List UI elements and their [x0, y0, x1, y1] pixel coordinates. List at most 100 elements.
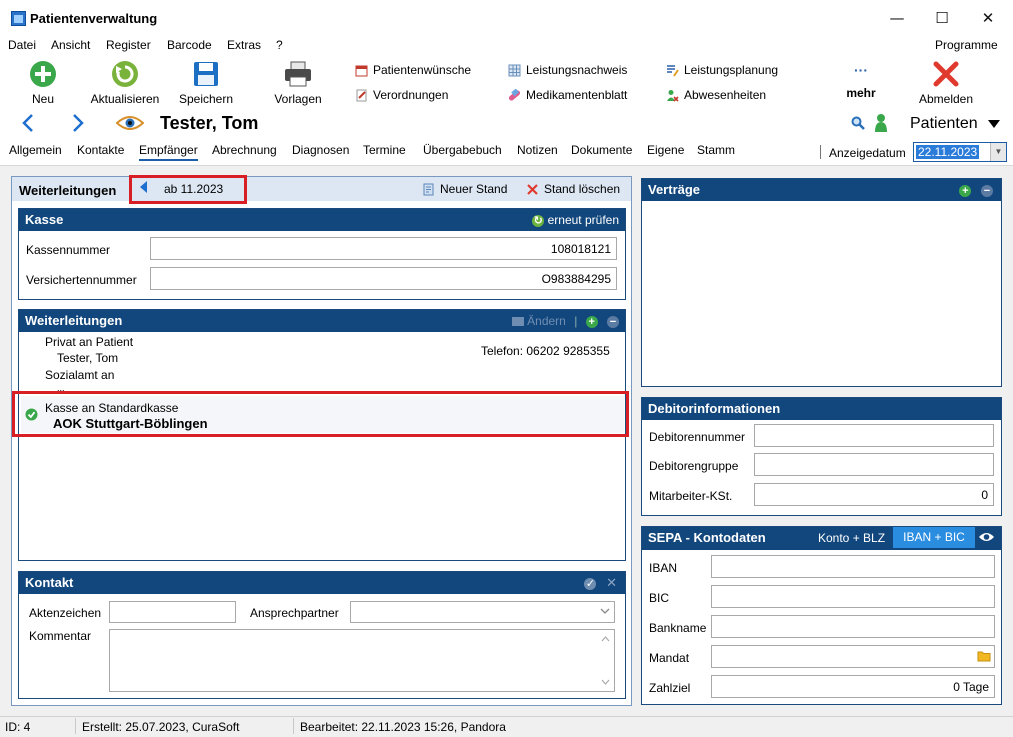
add-icon[interactable]: +	[959, 184, 972, 197]
plus-circle-icon	[30, 61, 56, 87]
tab-notizen[interactable]: Notizen	[517, 143, 558, 157]
tab-dokumente[interactable]: Dokumente	[571, 143, 632, 157]
chevron-up-icon[interactable]	[601, 636, 610, 642]
vertraege-header: Verträge + −	[642, 179, 1001, 201]
neu-label: Neu	[31, 92, 54, 106]
close-icon[interactable]: ✕	[606, 575, 617, 590]
bic-label: BIC	[649, 591, 670, 605]
aktualisieren-button[interactable]: Aktualisieren	[86, 60, 164, 106]
kommentar-textarea[interactable]	[109, 629, 615, 692]
list-item-phone: Telefon: 06202 9285355	[481, 344, 610, 358]
more-dots-icon: ···	[854, 62, 868, 78]
leistungsnachweis-button[interactable]: Leistungsnachweis	[508, 63, 627, 77]
tab-diagnosen[interactable]: Diagnosen	[292, 143, 349, 157]
ansprechpartner-label: Ansprechpartner	[250, 606, 339, 620]
leistungsplanung-button[interactable]: Leistungsplanung	[666, 63, 778, 77]
tab-uebergabebuch[interactable]: Übergabebuch	[423, 143, 502, 157]
patient-name: Tester, Tom	[160, 113, 259, 133]
kassennummer-field[interactable]: 108018121	[150, 237, 617, 260]
remove-icon[interactable]: −	[607, 315, 619, 328]
debitorengruppe-field[interactable]	[754, 453, 994, 476]
minimize-button[interactable]: —	[882, 8, 912, 28]
stand-loeschen-button[interactable]: Stand löschen	[526, 182, 620, 196]
search-icon[interactable]	[851, 116, 865, 130]
tab-stamm[interactable]: Stamm	[697, 143, 735, 157]
menu-help[interactable]: ?	[276, 38, 283, 52]
tab-eigene[interactable]: Eigene	[647, 143, 684, 157]
verordnungen-label: Verordnungen	[373, 88, 449, 102]
anzeigedatum-field[interactable]: 22.11.2023 ▼	[913, 142, 1007, 162]
vorlagen-button[interactable]: Vorlagen	[268, 60, 328, 106]
debitorennummer-field[interactable]	[754, 424, 994, 447]
ansprechpartner-select[interactable]	[350, 601, 615, 623]
forward-arrow-icon[interactable]	[68, 112, 88, 134]
eye-icon[interactable]	[116, 114, 144, 132]
leistungsnachweis-label: Leistungsnachweis	[526, 63, 628, 77]
patientenwuensche-button[interactable]: Patientenwünsche	[355, 63, 471, 77]
menu-extras[interactable]: Extras	[227, 38, 261, 52]
add-icon[interactable]: +	[585, 315, 598, 328]
aktualisieren-label: Aktualisieren	[90, 92, 160, 106]
aktenzeichen-field[interactable]	[109, 601, 236, 623]
confirm-icon[interactable]: ✓	[584, 577, 597, 590]
save-icon	[194, 62, 218, 86]
erneut-pruefen-button[interactable]: ↻ erneut prüfen	[532, 209, 619, 231]
status-separator	[293, 718, 294, 734]
status-erstellt: Erstellt: 25.07.2023, CuraSoft	[82, 720, 240, 734]
neu-button[interactable]: Neu	[20, 60, 66, 106]
module-label: Patienten	[910, 115, 978, 132]
aendern-button[interactable]: Ändern	[527, 314, 566, 328]
bankname-field[interactable]	[711, 615, 995, 638]
neuer-stand-label: Neuer Stand	[440, 182, 508, 196]
module-selector[interactable]: Patienten	[910, 115, 1001, 133]
versichertennummer-field[interactable]: O983884295	[150, 267, 617, 290]
kontakt-title: Kontakt	[25, 575, 74, 590]
window-title: Patientenverwaltung	[30, 11, 158, 26]
weiterleitungen-top-title: Weiterleitungen	[19, 183, 117, 198]
iban-bic-toggle[interactable]: IBAN + BIC	[893, 527, 975, 548]
patientenwuensche-label: Patientenwünsche	[373, 63, 472, 77]
anzeigedatum-label: Anzeigedatum	[829, 146, 906, 160]
zahlziel-field[interactable]: 0 Tage	[711, 675, 995, 698]
kontakt-header: Kontakt ✓ ✕	[19, 572, 625, 594]
medikamentenblatt-button[interactable]: Medikamentenblatt	[508, 88, 627, 102]
debitor-header: Debitorinformationen	[642, 398, 1001, 420]
abwesenheiten-label: Abwesenheiten	[684, 88, 767, 102]
iban-field[interactable]	[711, 555, 995, 578]
menu-barcode[interactable]: Barcode	[167, 38, 212, 52]
mehr-label: mehr	[846, 86, 876, 100]
tab-empfaenger[interactable]: Empfänger	[139, 143, 198, 161]
chevron-down-icon[interactable]	[601, 679, 610, 685]
list-item-line1[interactable]: Privat an Patient	[45, 335, 133, 349]
menu-programme[interactable]: Programme	[935, 38, 998, 52]
abmelden-button[interactable]: Abmelden	[914, 60, 978, 106]
person-icon[interactable]	[874, 113, 888, 133]
app-icon	[11, 11, 26, 26]
menu-register[interactable]: Register	[106, 38, 151, 52]
menu-ansicht[interactable]: Ansicht	[51, 38, 90, 52]
maximize-button[interactable]: ☐	[927, 8, 957, 28]
grid-icon	[508, 64, 521, 76]
back-arrow-icon[interactable]	[18, 112, 38, 134]
konto-blz-toggle[interactable]: Konto + BLZ	[818, 531, 885, 545]
list-item-line1[interactable]: Sozialamt an	[45, 368, 114, 382]
remove-icon[interactable]: −	[981, 184, 993, 197]
mitarbeiter-kst-field[interactable]: 0	[754, 483, 994, 506]
abwesenheiten-button[interactable]: Abwesenheiten	[666, 88, 766, 102]
tab-abrechnung[interactable]: Abrechnung	[212, 143, 277, 157]
menu-datei[interactable]: Datei	[8, 38, 36, 52]
mandat-field[interactable]	[711, 645, 995, 668]
bic-field[interactable]	[711, 585, 995, 608]
verordnungen-button[interactable]: Verordnungen	[355, 88, 448, 102]
tab-kontakte[interactable]: Kontakte	[77, 143, 124, 157]
folder-icon[interactable]	[977, 650, 991, 662]
refresh-icon	[112, 61, 138, 87]
speichern-button[interactable]: Speichern	[175, 60, 237, 106]
mehr-button[interactable]: ··· mehr	[838, 62, 884, 100]
chevron-down-icon[interactable]: ▼	[990, 143, 1006, 161]
tab-termine[interactable]: Termine	[363, 143, 406, 157]
close-button[interactable]: ✕	[973, 8, 1003, 28]
eye-icon[interactable]	[978, 531, 995, 543]
neuer-stand-button[interactable]: Neuer Stand	[422, 182, 507, 196]
tab-allgemein[interactable]: Allgemein	[9, 143, 62, 157]
